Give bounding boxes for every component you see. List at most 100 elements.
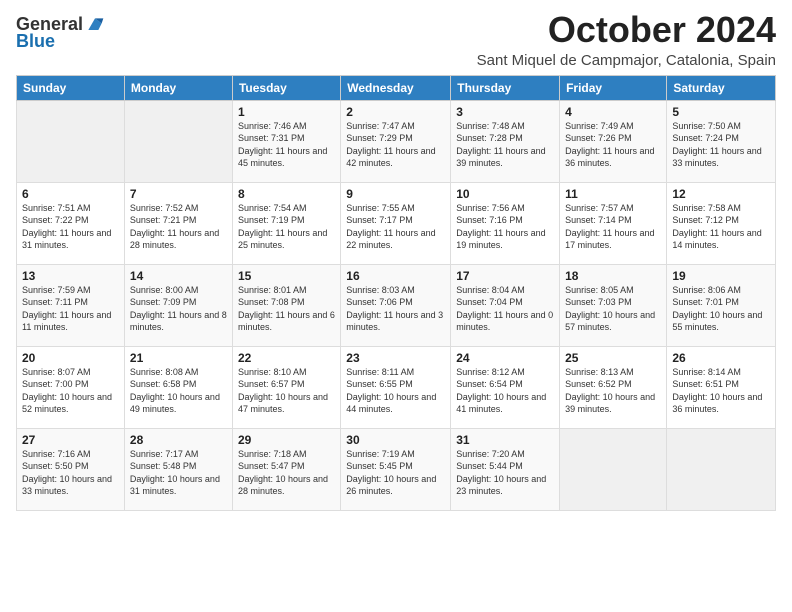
- day-number: 5: [672, 105, 770, 119]
- day-number: 16: [346, 269, 445, 283]
- page: General Blue October 2024 Sant Miquel de…: [0, 0, 792, 612]
- day-info: Sunrise: 8:06 AM Sunset: 7:01 PM Dayligh…: [672, 284, 770, 334]
- day-number: 8: [238, 187, 335, 201]
- day-number: 14: [130, 269, 227, 283]
- calendar-cell: 2Sunrise: 7:47 AM Sunset: 7:29 PM Daylig…: [341, 100, 451, 182]
- day-number: 12: [672, 187, 770, 201]
- col-friday: Friday: [560, 75, 667, 100]
- day-number: 28: [130, 433, 227, 447]
- week-row-5: 27Sunrise: 7:16 AM Sunset: 5:50 PM Dayli…: [17, 428, 776, 510]
- calendar-cell: 12Sunrise: 7:58 AM Sunset: 7:12 PM Dayli…: [667, 182, 776, 264]
- day-number: 31: [456, 433, 554, 447]
- day-number: 6: [22, 187, 119, 201]
- day-info: Sunrise: 8:03 AM Sunset: 7:06 PM Dayligh…: [346, 284, 445, 334]
- day-info: Sunrise: 7:48 AM Sunset: 7:28 PM Dayligh…: [456, 120, 554, 170]
- calendar-cell: 31Sunrise: 7:20 AM Sunset: 5:44 PM Dayli…: [451, 428, 560, 510]
- subtitle: Sant Miquel de Campmajor, Catalonia, Spa…: [477, 52, 776, 69]
- day-number: 3: [456, 105, 554, 119]
- day-info: Sunrise: 7:49 AM Sunset: 7:26 PM Dayligh…: [565, 120, 661, 170]
- calendar-cell: 5Sunrise: 7:50 AM Sunset: 7:24 PM Daylig…: [667, 100, 776, 182]
- calendar-cell: 26Sunrise: 8:14 AM Sunset: 6:51 PM Dayli…: [667, 346, 776, 428]
- day-info: Sunrise: 7:58 AM Sunset: 7:12 PM Dayligh…: [672, 202, 770, 252]
- calendar-cell: 18Sunrise: 8:05 AM Sunset: 7:03 PM Dayli…: [560, 264, 667, 346]
- calendar-cell: 27Sunrise: 7:16 AM Sunset: 5:50 PM Dayli…: [17, 428, 125, 510]
- day-info: Sunrise: 8:05 AM Sunset: 7:03 PM Dayligh…: [565, 284, 661, 334]
- col-monday: Monday: [124, 75, 232, 100]
- calendar-cell: [667, 428, 776, 510]
- day-number: 26: [672, 351, 770, 365]
- calendar: Sunday Monday Tuesday Wednesday Thursday…: [16, 75, 776, 511]
- day-number: 23: [346, 351, 445, 365]
- day-info: Sunrise: 7:19 AM Sunset: 5:45 PM Dayligh…: [346, 448, 445, 498]
- calendar-cell: 19Sunrise: 8:06 AM Sunset: 7:01 PM Dayli…: [667, 264, 776, 346]
- day-info: Sunrise: 8:10 AM Sunset: 6:57 PM Dayligh…: [238, 366, 335, 416]
- col-wednesday: Wednesday: [341, 75, 451, 100]
- calendar-cell: 1Sunrise: 7:46 AM Sunset: 7:31 PM Daylig…: [232, 100, 340, 182]
- day-number: 11: [565, 187, 661, 201]
- day-info: Sunrise: 7:51 AM Sunset: 7:22 PM Dayligh…: [22, 202, 119, 252]
- day-number: 17: [456, 269, 554, 283]
- day-info: Sunrise: 8:12 AM Sunset: 6:54 PM Dayligh…: [456, 366, 554, 416]
- day-info: Sunrise: 7:59 AM Sunset: 7:11 PM Dayligh…: [22, 284, 119, 334]
- day-info: Sunrise: 7:18 AM Sunset: 5:47 PM Dayligh…: [238, 448, 335, 498]
- day-info: Sunrise: 8:00 AM Sunset: 7:09 PM Dayligh…: [130, 284, 227, 334]
- week-row-1: 1Sunrise: 7:46 AM Sunset: 7:31 PM Daylig…: [17, 100, 776, 182]
- day-number: 20: [22, 351, 119, 365]
- calendar-cell: 21Sunrise: 8:08 AM Sunset: 6:58 PM Dayli…: [124, 346, 232, 428]
- day-info: Sunrise: 8:01 AM Sunset: 7:08 PM Dayligh…: [238, 284, 335, 334]
- day-number: 22: [238, 351, 335, 365]
- day-info: Sunrise: 7:57 AM Sunset: 7:14 PM Dayligh…: [565, 202, 661, 252]
- day-number: 25: [565, 351, 661, 365]
- calendar-cell: 11Sunrise: 7:57 AM Sunset: 7:14 PM Dayli…: [560, 182, 667, 264]
- day-info: Sunrise: 7:47 AM Sunset: 7:29 PM Dayligh…: [346, 120, 445, 170]
- day-info: Sunrise: 7:16 AM Sunset: 5:50 PM Dayligh…: [22, 448, 119, 498]
- day-info: Sunrise: 7:54 AM Sunset: 7:19 PM Dayligh…: [238, 202, 335, 252]
- col-thursday: Thursday: [451, 75, 560, 100]
- calendar-cell: 6Sunrise: 7:51 AM Sunset: 7:22 PM Daylig…: [17, 182, 125, 264]
- day-number: 9: [346, 187, 445, 201]
- day-info: Sunrise: 7:20 AM Sunset: 5:44 PM Dayligh…: [456, 448, 554, 498]
- calendar-cell: 3Sunrise: 7:48 AM Sunset: 7:28 PM Daylig…: [451, 100, 560, 182]
- day-number: 4: [565, 105, 661, 119]
- day-number: 7: [130, 187, 227, 201]
- calendar-cell: 17Sunrise: 8:04 AM Sunset: 7:04 PM Dayli…: [451, 264, 560, 346]
- day-info: Sunrise: 8:08 AM Sunset: 6:58 PM Dayligh…: [130, 366, 227, 416]
- day-number: 2: [346, 105, 445, 119]
- day-number: 1: [238, 105, 335, 119]
- logo-icon: [85, 15, 105, 35]
- day-info: Sunrise: 7:46 AM Sunset: 7:31 PM Dayligh…: [238, 120, 335, 170]
- week-row-3: 13Sunrise: 7:59 AM Sunset: 7:11 PM Dayli…: [17, 264, 776, 346]
- logo-blue: Blue: [16, 31, 55, 52]
- calendar-cell: 25Sunrise: 8:13 AM Sunset: 6:52 PM Dayli…: [560, 346, 667, 428]
- calendar-cell: 28Sunrise: 7:17 AM Sunset: 5:48 PM Dayli…: [124, 428, 232, 510]
- day-info: Sunrise: 7:55 AM Sunset: 7:17 PM Dayligh…: [346, 202, 445, 252]
- day-number: 18: [565, 269, 661, 283]
- calendar-cell: 29Sunrise: 7:18 AM Sunset: 5:47 PM Dayli…: [232, 428, 340, 510]
- day-info: Sunrise: 8:13 AM Sunset: 6:52 PM Dayligh…: [565, 366, 661, 416]
- calendar-cell: 9Sunrise: 7:55 AM Sunset: 7:17 PM Daylig…: [341, 182, 451, 264]
- calendar-cell: 24Sunrise: 8:12 AM Sunset: 6:54 PM Dayli…: [451, 346, 560, 428]
- header: General Blue October 2024 Sant Miquel de…: [16, 10, 776, 69]
- day-info: Sunrise: 7:50 AM Sunset: 7:24 PM Dayligh…: [672, 120, 770, 170]
- col-saturday: Saturday: [667, 75, 776, 100]
- week-row-2: 6Sunrise: 7:51 AM Sunset: 7:22 PM Daylig…: [17, 182, 776, 264]
- logo: General Blue: [16, 14, 105, 52]
- calendar-cell: 16Sunrise: 8:03 AM Sunset: 7:06 PM Dayli…: [341, 264, 451, 346]
- day-info: Sunrise: 7:52 AM Sunset: 7:21 PM Dayligh…: [130, 202, 227, 252]
- title-block: October 2024 Sant Miquel de Campmajor, C…: [477, 10, 776, 69]
- calendar-cell: 22Sunrise: 8:10 AM Sunset: 6:57 PM Dayli…: [232, 346, 340, 428]
- day-info: Sunrise: 8:04 AM Sunset: 7:04 PM Dayligh…: [456, 284, 554, 334]
- calendar-cell: 7Sunrise: 7:52 AM Sunset: 7:21 PM Daylig…: [124, 182, 232, 264]
- calendar-cell: 13Sunrise: 7:59 AM Sunset: 7:11 PM Dayli…: [17, 264, 125, 346]
- week-row-4: 20Sunrise: 8:07 AM Sunset: 7:00 PM Dayli…: [17, 346, 776, 428]
- calendar-cell: [17, 100, 125, 182]
- day-info: Sunrise: 8:11 AM Sunset: 6:55 PM Dayligh…: [346, 366, 445, 416]
- calendar-cell: 10Sunrise: 7:56 AM Sunset: 7:16 PM Dayli…: [451, 182, 560, 264]
- col-sunday: Sunday: [17, 75, 125, 100]
- day-info: Sunrise: 8:14 AM Sunset: 6:51 PM Dayligh…: [672, 366, 770, 416]
- calendar-cell: [560, 428, 667, 510]
- calendar-cell: 14Sunrise: 8:00 AM Sunset: 7:09 PM Dayli…: [124, 264, 232, 346]
- month-title: October 2024: [477, 10, 776, 50]
- day-number: 29: [238, 433, 335, 447]
- day-info: Sunrise: 7:17 AM Sunset: 5:48 PM Dayligh…: [130, 448, 227, 498]
